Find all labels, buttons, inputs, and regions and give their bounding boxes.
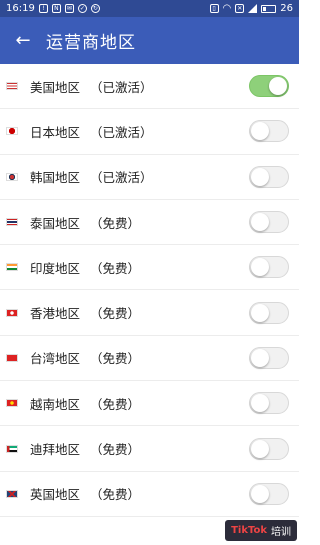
vibrate-icon: ▯	[209, 4, 219, 13]
nfc-icon: N	[51, 4, 61, 13]
flag-kr-icon	[6, 172, 18, 181]
region-name: 迪拜地区	[30, 442, 81, 458]
region-label: 英国地区 （免费）	[30, 484, 140, 503]
watermark-badge: TikTok 培训	[225, 520, 297, 541]
flag-in-icon	[6, 263, 18, 272]
toggle-knob	[251, 484, 269, 503]
region-status: （免费）	[90, 396, 141, 412]
region-name: 越南地区	[30, 396, 81, 412]
region-row[interactable]: 日本地区 （已激活）	[0, 109, 299, 155]
battery-icon	[261, 4, 277, 13]
region-status: （已激活）	[90, 79, 153, 95]
region-name: 日本地区	[30, 124, 81, 140]
toggle-knob	[251, 394, 269, 413]
region-name: 韩国地区	[30, 170, 81, 186]
arrow-left-icon[interactable]: ←	[0, 17, 46, 64]
region-label: 日本地区 （已激活）	[30, 122, 153, 141]
check-icon: ✓	[77, 4, 87, 13]
region-row[interactable]: 迪拜地区 （免费）	[0, 426, 299, 472]
toggle-knob	[269, 77, 287, 96]
status-time: 16:19	[6, 3, 35, 14]
region-label: 泰国地区 （免费）	[30, 213, 140, 232]
region-toggle[interactable]	[249, 437, 289, 460]
region-label: 印度地区 （免费）	[30, 258, 140, 277]
region-label: 香港地区 （免费）	[30, 303, 140, 322]
alert-icon: !	[38, 4, 48, 13]
flag-jp-icon	[6, 127, 18, 136]
flag-th-icon	[6, 218, 18, 227]
toggle-knob	[251, 213, 269, 232]
page-title: 运营商地区	[46, 33, 136, 53]
status-bar: 16:19 ! N ✉ ✓ ↻ ▯ ◠ ✕ 26	[0, 0, 299, 17]
region-name: 台湾地区	[30, 351, 81, 367]
sync-icon: ↻	[90, 4, 100, 13]
app-bar: ← 运营商地区	[0, 17, 299, 64]
toggle-knob	[251, 258, 269, 277]
toggle-knob	[251, 439, 269, 458]
flag-us-icon	[6, 82, 18, 91]
region-toggle[interactable]	[249, 165, 289, 188]
flag-hk-icon	[6, 308, 18, 317]
region-name: 香港地区	[30, 306, 81, 322]
region-name: 美国地区	[30, 79, 81, 95]
mail-icon: ✉	[64, 4, 74, 13]
region-toggle[interactable]	[249, 211, 289, 234]
region-status: （已激活）	[90, 124, 153, 140]
signal-icon	[248, 4, 258, 13]
flag-cn-icon	[6, 353, 18, 362]
region-row[interactable]: 美国地区 （已激活）	[0, 64, 299, 110]
watermark-logo: TikTok	[231, 525, 267, 536]
toggle-knob	[251, 303, 269, 322]
toggle-knob	[251, 167, 269, 186]
watermark-text: 培训	[271, 527, 291, 538]
region-label: 迪拜地区 （免费）	[30, 439, 140, 458]
region-status: （免费）	[90, 215, 141, 231]
region-label: 韩国地区 （已激活）	[30, 167, 153, 186]
region-toggle[interactable]	[249, 392, 289, 415]
toggle-knob	[251, 348, 269, 367]
region-status: （已激活）	[90, 170, 153, 186]
no-sim-icon: ✕	[235, 4, 245, 13]
wifi-icon: ◠	[222, 3, 232, 14]
flag-vn-icon	[6, 399, 18, 408]
region-list: 美国地区 （已激活） 日本地区 （已激活） 韩国地区 （已激活） 泰国地区 （免费） 印度地区 （…	[0, 64, 299, 517]
region-row[interactable]: 英国地区 （免费）	[0, 472, 299, 517]
region-toggle[interactable]	[249, 346, 289, 369]
region-toggle[interactable]	[249, 75, 289, 98]
region-row[interactable]: 印度地区 （免费）	[0, 245, 299, 291]
region-status: （免费）	[90, 351, 141, 367]
region-toggle[interactable]	[249, 256, 289, 279]
region-label: 台湾地区 （免费）	[30, 348, 140, 367]
region-row[interactable]: 台湾地区 （免费）	[0, 336, 299, 382]
region-row[interactable]: 越南地区 （免费）	[0, 381, 299, 427]
flag-gb-icon	[6, 489, 18, 498]
region-row[interactable]: 泰国地区 （免费）	[0, 200, 299, 246]
flag-ae-icon	[6, 444, 18, 453]
region-status: （免费）	[90, 260, 141, 276]
battery-level: 26	[280, 3, 293, 14]
region-status: （免费）	[90, 442, 141, 458]
region-toggle[interactable]	[249, 482, 289, 505]
region-toggle[interactable]	[249, 301, 289, 324]
region-name: 泰国地区	[30, 215, 81, 231]
region-row[interactable]: 韩国地区 （已激活）	[0, 155, 299, 200]
region-label: 美国地区 （已激活）	[30, 77, 153, 96]
region-name: 印度地区	[30, 260, 81, 276]
region-status: （免费）	[90, 306, 141, 322]
region-row[interactable]: 香港地区 （免费）	[0, 290, 299, 336]
region-toggle[interactable]	[249, 120, 289, 143]
toggle-knob	[251, 122, 269, 141]
region-status: （免费）	[90, 487, 141, 503]
region-label: 越南地区 （免费）	[30, 394, 140, 413]
region-name: 英国地区	[30, 487, 81, 503]
